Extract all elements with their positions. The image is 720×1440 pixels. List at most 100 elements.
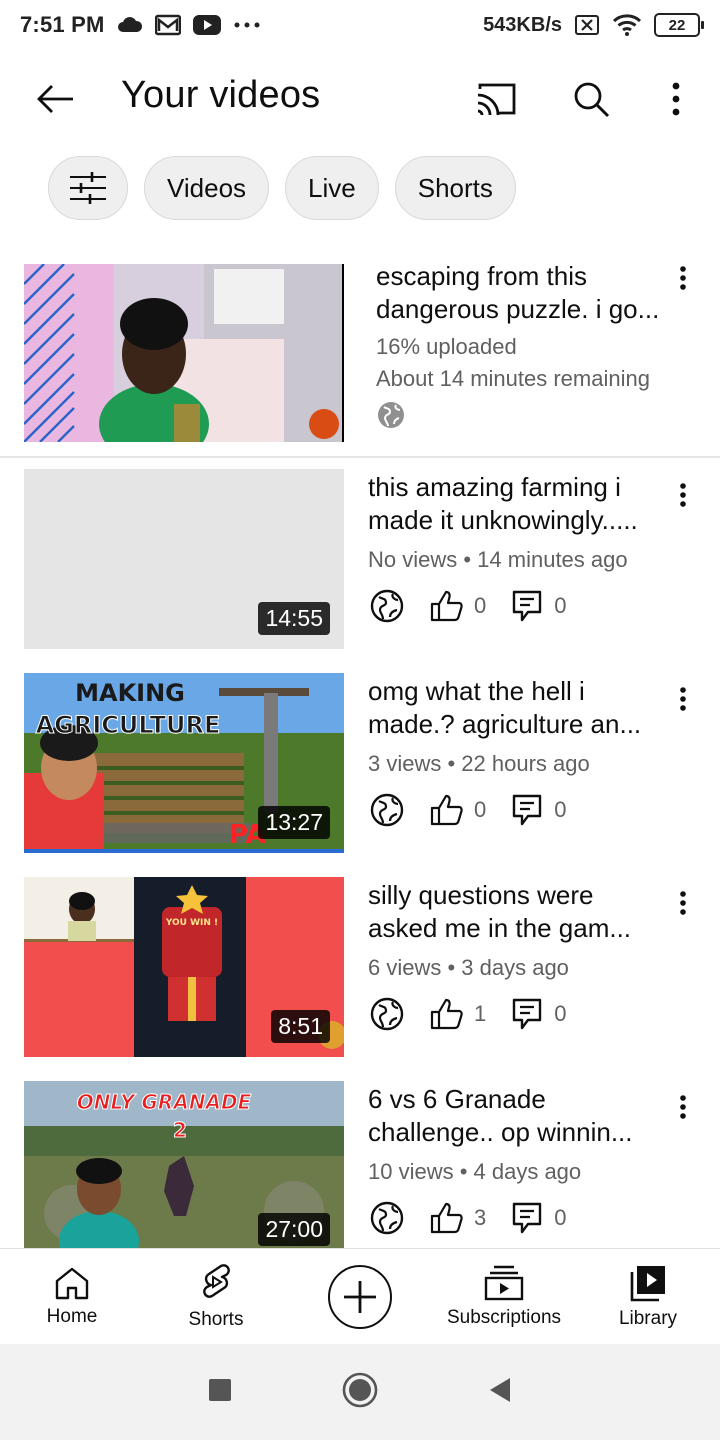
comment-count: 0 xyxy=(554,1205,567,1230)
comment-count: 0 xyxy=(554,1001,567,1026)
nav-home-label: Home xyxy=(46,1305,98,1327)
globe-outline-icon xyxy=(368,1199,406,1237)
circle-home-icon xyxy=(342,1372,378,1407)
video-info: this amazing farming i made it unknowing… xyxy=(368,471,664,625)
video-title-line1: this amazing farming i xyxy=(368,472,621,502)
video-item[interactable]: 14:55 this amazing farming i made it unk… xyxy=(0,469,720,653)
tune-icon xyxy=(70,172,106,204)
like-count: 1 xyxy=(474,1001,487,1026)
arrow-back-icon xyxy=(37,85,73,113)
nav-subscriptions-label: Subscriptions xyxy=(446,1306,562,1328)
video-thumbnail[interactable]: ONLY GRANADE 2 27:00 xyxy=(24,1081,344,1248)
square-icon xyxy=(209,1378,231,1401)
video-info: silly questions were asked me in the gam… xyxy=(368,879,664,1033)
upload-more-button[interactable] xyxy=(668,258,698,298)
globe-outline-icon xyxy=(368,791,406,829)
page-title: Your videos xyxy=(121,74,321,116)
video-meta: 6 views • 3 days ago xyxy=(368,955,569,980)
cloud-icon xyxy=(117,16,143,34)
thumb-text-number: 2 xyxy=(173,1118,187,1142)
more-options-button[interactable] xyxy=(651,74,701,124)
nav-shorts[interactable]: Shorts xyxy=(144,1249,288,1344)
video-stats: 1 0 xyxy=(368,995,664,1033)
duration-badge: 27:00 xyxy=(258,1213,330,1246)
comment-count: 0 xyxy=(554,797,567,822)
video-title: silly questions were asked me in the gam… xyxy=(368,879,664,945)
thumb-up-icon xyxy=(428,1199,466,1237)
uploading-video-item[interactable]: escaping from this dangerous puzzle. i g… xyxy=(0,256,720,454)
video-meta: 3 views • 22 hours ago xyxy=(368,751,590,776)
thumb-text-you-win: YOU WIN ! xyxy=(165,918,218,928)
status-bar: 7:51 PM 543KB/s 22 xyxy=(0,0,720,50)
duration-badge: 8:51 xyxy=(271,1010,330,1043)
back-system-button[interactable] xyxy=(488,1376,512,1409)
more-vert-icon xyxy=(680,266,686,290)
video-title-line2: made.? agriculture an... xyxy=(368,709,642,739)
create-button[interactable] xyxy=(288,1249,432,1344)
shorts-icon xyxy=(203,1263,230,1298)
thumb-text-agriculture: AGRICULTURE xyxy=(36,711,221,739)
nav-library[interactable]: Library xyxy=(576,1249,720,1344)
video-stats: 0 0 xyxy=(368,791,664,829)
nav-subscriptions[interactable]: Subscriptions xyxy=(432,1249,576,1344)
chip-videos[interactable]: Videos xyxy=(144,156,270,220)
comment-icon xyxy=(508,1199,546,1237)
search-button[interactable] xyxy=(566,74,616,124)
video-title: 6 vs 6 Granade challenge.. op winnin... xyxy=(368,1083,664,1149)
status-time: 7:51 PM xyxy=(20,12,105,37)
upload-thumbnail xyxy=(24,264,344,442)
comment-icon xyxy=(508,587,546,625)
video-item[interactable]: ONLY GRANADE 2 27:00 6 vs 6 Granade chal… xyxy=(0,1081,720,1265)
globe-outline-icon xyxy=(368,995,406,1033)
more-vert-icon xyxy=(672,82,680,116)
thumb-text-only-granade: ONLY GRANADE xyxy=(77,1090,252,1114)
video-title-line1: omg what the hell i xyxy=(368,676,585,706)
duration-badge: 14:55 xyxy=(258,602,330,635)
video-title-line2: asked me in the gam... xyxy=(368,913,632,943)
like-count: 0 xyxy=(474,797,487,822)
chip-live[interactable]: Live xyxy=(285,156,379,220)
video-more-button[interactable] xyxy=(668,475,698,515)
thumb-up-icon xyxy=(428,587,466,625)
system-navigation xyxy=(0,1344,720,1440)
thumb-up-icon xyxy=(428,995,466,1033)
home-system-button[interactable] xyxy=(342,1372,378,1413)
upload-progress-text: 16% uploaded xyxy=(376,334,517,359)
video-thumbnail[interactable]: YOU WIN ! 8:51 xyxy=(24,877,344,1057)
video-stats: 0 0 xyxy=(368,587,664,625)
triangle-back-icon xyxy=(490,1377,510,1402)
video-stats: 3 0 xyxy=(368,1199,664,1237)
youtube-icon xyxy=(192,14,221,36)
filter-chips: Videos Live Shorts xyxy=(48,156,516,220)
battery-icon: 22 xyxy=(654,13,704,37)
comment-count: 0 xyxy=(554,593,567,618)
more-vert-icon xyxy=(680,687,686,711)
filter-chip[interactable] xyxy=(48,156,128,220)
video-more-button[interactable] xyxy=(668,679,698,719)
video-more-button[interactable] xyxy=(668,883,698,923)
more-dots-icon xyxy=(233,20,261,30)
chip-shorts[interactable]: Shorts xyxy=(394,156,516,220)
video-item[interactable]: MAKING AGRICULTURE PA 13:27 omg what the… xyxy=(0,673,720,857)
video-thumbnail[interactable]: MAKING AGRICULTURE PA 13:27 xyxy=(24,673,344,853)
gmail-icon xyxy=(154,14,181,36)
comment-icon xyxy=(508,791,546,829)
like-count: 0 xyxy=(474,593,487,618)
library-icon xyxy=(630,1265,665,1301)
video-more-button[interactable] xyxy=(668,1087,698,1127)
comment-icon xyxy=(508,995,546,1033)
video-item[interactable]: YOU WIN ! 8:51 silly questions were aske… xyxy=(0,877,720,1061)
recents-button[interactable] xyxy=(208,1378,232,1407)
video-thumbnail[interactable]: 14:55 xyxy=(24,469,344,649)
like-count: 3 xyxy=(474,1205,487,1230)
cast-button[interactable] xyxy=(471,74,521,124)
back-button[interactable] xyxy=(30,74,80,124)
video-title-line2: challenge.. op winnin... xyxy=(368,1117,633,1147)
video-title-line2: made it unknowingly..... xyxy=(368,505,638,535)
wifi-icon xyxy=(612,13,642,37)
nav-home[interactable]: Home xyxy=(0,1249,144,1344)
upload-info: escaping from this dangerous puzzle. i g… xyxy=(376,260,676,435)
app-bar: Your videos xyxy=(0,56,720,140)
video-title: omg what the hell i made.? agriculture a… xyxy=(368,675,664,741)
upload-title-line1: escaping from this xyxy=(376,261,587,291)
